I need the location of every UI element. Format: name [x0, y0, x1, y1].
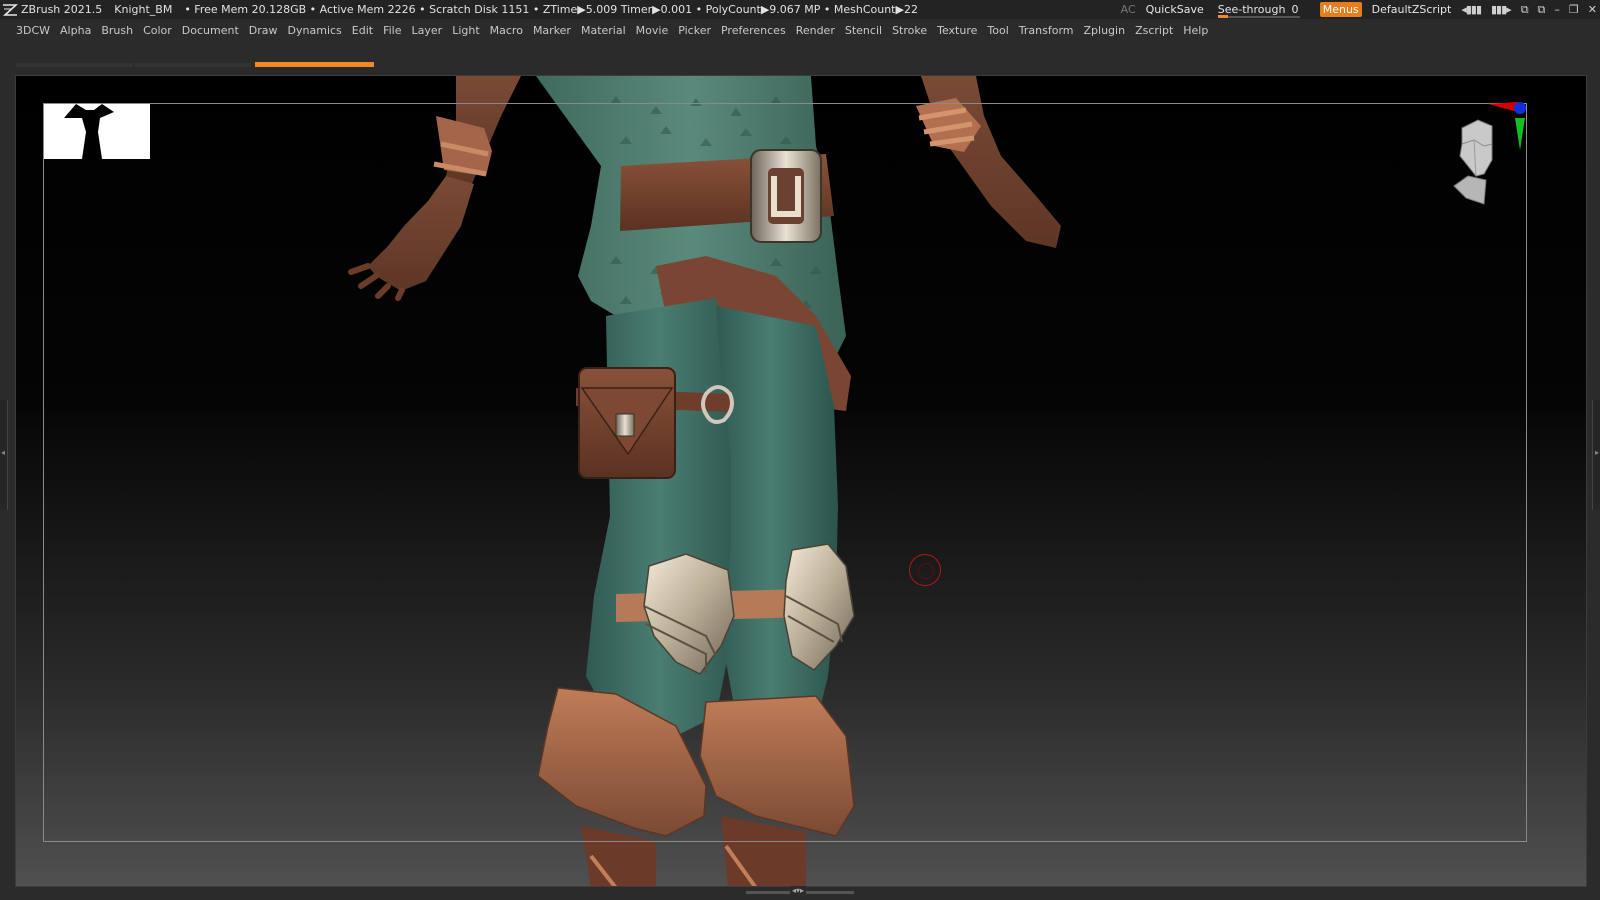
- menu-render[interactable]: Render: [796, 24, 835, 37]
- menu-texture[interactable]: Texture: [937, 24, 977, 37]
- menus-toggle-button[interactable]: Menus: [1319, 2, 1362, 17]
- layout-prev-icon[interactable]: ◂▮▮▮: [1461, 3, 1482, 16]
- shelf-tab-3-active[interactable]: [255, 62, 374, 67]
- brush-cursor-icon: [909, 554, 941, 586]
- window-dock-icon[interactable]: ⧉: [1538, 3, 1546, 17]
- menu-document[interactable]: Document: [182, 24, 239, 37]
- document-boundary-frame: [43, 103, 1527, 842]
- menu-picker[interactable]: Picker: [678, 24, 711, 37]
- zbrush-logo-icon: [2, 3, 18, 17]
- ac-button[interactable]: AC: [1121, 3, 1136, 16]
- menu-zscript[interactable]: Zscript: [1135, 24, 1173, 37]
- title-bar: ZBrush 2021.5 Knight_BM • Free Mem 20.12…: [0, 0, 1600, 19]
- menu-help[interactable]: Help: [1183, 24, 1208, 37]
- menu-layer[interactable]: Layer: [412, 24, 443, 37]
- menu-transform[interactable]: Transform: [1019, 24, 1074, 37]
- minimize-icon[interactable]: –: [1554, 3, 1559, 16]
- restore-icon[interactable]: ❐: [1569, 3, 1579, 16]
- menu-draw[interactable]: Draw: [249, 24, 278, 37]
- menu-movie[interactable]: Movie: [636, 24, 669, 37]
- shelf-tab-1[interactable]: [16, 63, 133, 67]
- left-tray-arrow-icon: ◂: [1, 448, 6, 457]
- menu-material[interactable]: Material: [581, 24, 626, 37]
- layout-next-icon[interactable]: ▮▮▮▸: [1491, 3, 1512, 16]
- navigation-gizmo-icon[interactable]: [1448, 100, 1530, 210]
- quicksave-button[interactable]: QuickSave: [1146, 3, 1204, 16]
- bottom-tray-arrow-icon: ◂▾▸: [790, 886, 807, 895]
- menu-dynamics[interactable]: Dynamics: [288, 24, 342, 37]
- default-zscript-button[interactable]: DefaultZScript: [1372, 3, 1452, 16]
- memory-stats: • Free Mem 20.128GB • Active Mem 2226 • …: [184, 3, 918, 16]
- menu-light[interactable]: Light: [452, 24, 479, 37]
- silhouette-thumbnail[interactable]: [44, 104, 150, 159]
- menu-stencil[interactable]: Stencil: [845, 24, 882, 37]
- menu-edit[interactable]: Edit: [352, 24, 373, 37]
- bottom-tray-handle[interactable]: ◂▾▸: [746, 886, 854, 895]
- menu-preferences[interactable]: Preferences: [721, 24, 786, 37]
- window-popout-icon[interactable]: ⧉: [1521, 3, 1529, 17]
- menu-brush[interactable]: Brush: [101, 24, 133, 37]
- menu-alpha[interactable]: Alpha: [60, 24, 91, 37]
- bottom-tray: ◂▾▸: [0, 886, 1600, 900]
- canvas-viewport[interactable]: [15, 75, 1587, 887]
- right-tray-arrow-icon: ▸: [1594, 448, 1599, 457]
- title-bar-controls: AC QuickSave See-through 0 Menus DefaultZ…: [1121, 0, 1597, 19]
- document-name: Knight_BM: [114, 3, 173, 16]
- menu-color[interactable]: Color: [143, 24, 172, 37]
- menu-file[interactable]: File: [383, 24, 401, 37]
- see-through-value: 0: [1291, 2, 1299, 16]
- menu-3dcw[interactable]: 3DCW: [16, 24, 50, 37]
- right-tray-handle[interactable]: ▸: [1592, 400, 1600, 510]
- app-version: ZBrush 2021.5: [21, 3, 103, 16]
- menu-stroke[interactable]: Stroke: [892, 24, 927, 37]
- see-through-label: See-through: [1217, 2, 1286, 16]
- see-through-track: [1217, 15, 1300, 18]
- menu-zplugin[interactable]: Zplugin: [1084, 24, 1126, 37]
- menu-macro[interactable]: Macro: [490, 24, 523, 37]
- close-icon[interactable]: ✕: [1588, 3, 1597, 16]
- menu-marker[interactable]: Marker: [533, 24, 571, 37]
- main-menu-bar: 3DCW Alpha Brush Color Document Draw Dyn…: [0, 19, 1600, 41]
- see-through-fill: [1217, 14, 1228, 18]
- shelf-tab-strip: [16, 60, 1588, 72]
- see-through-slider[interactable]: See-through 0: [1214, 2, 1310, 18]
- menu-tool[interactable]: Tool: [987, 24, 1008, 37]
- shelf-tab-2[interactable]: [135, 63, 251, 67]
- left-tray-handle[interactable]: ◂: [0, 400, 8, 510]
